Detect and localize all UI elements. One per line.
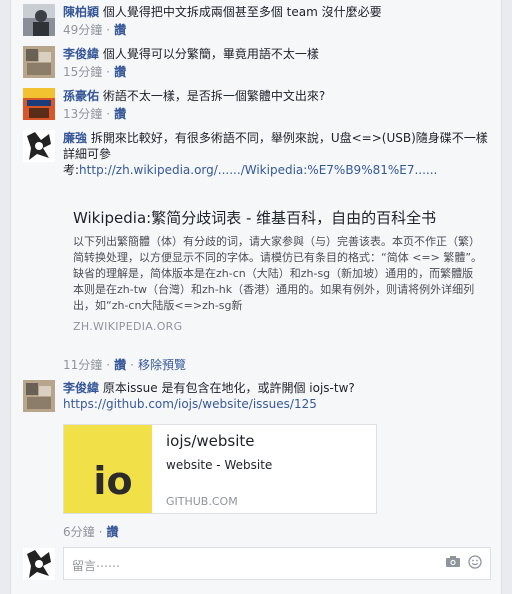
camera-icon[interactable] bbox=[446, 556, 460, 567]
comment-text: 個人覺得可以分繁簡，畢竟用語不太一樣 bbox=[102, 47, 319, 61]
card-thumbnail-text: io bbox=[93, 459, 133, 503]
preview-source: ZH.WIKIPEDIA.ORG bbox=[73, 320, 183, 333]
avatar[interactable] bbox=[23, 380, 55, 412]
avatar[interactable] bbox=[23, 548, 55, 580]
preview-title[interactable]: Wikipedia:繁简分歧词表 - 维基百科，自由的百科全书 bbox=[73, 208, 483, 228]
comment-link[interactable]: http://zh.wikipedia.org/....../Wikipedia… bbox=[79, 163, 437, 177]
card-domain: GITHUB.COM bbox=[166, 495, 238, 508]
comment-text: 原本issue 是有包含在地化，或許開個 iojs-tw? bbox=[102, 381, 355, 395]
comment-text: 拆開來比較好，有很多術語不同，舉例來說，U盘<=>(USB)隨身碟不一樣 bbox=[90, 131, 488, 145]
preview-description: 以下列出繁簡體（体）有分歧的词，请大家参與（与）完善该表。本页不作正（繁）简转换… bbox=[73, 235, 483, 312]
link-preview[interactable]: Wikipedia:繁简分歧词表 - 维基百科，自由的百科全书 以下列出繁簡體（… bbox=[73, 208, 483, 333]
comment-author[interactable]: 孫豪佑 bbox=[63, 89, 99, 103]
comment-time[interactable]: 15分鐘 bbox=[63, 65, 102, 79]
card-thumbnail[interactable]: io bbox=[64, 425, 152, 513]
comment-input[interactable]: 留言⋯⋯ bbox=[63, 547, 491, 580]
comment-time[interactable]: 13分鐘 bbox=[63, 107, 102, 121]
comments-panel: 陳柏穎 個人覺得把中文拆成兩個甚至多個 team 沒什麼必要 49分鐘 · 讚 李俊… bbox=[10, 0, 502, 594]
smiley-icon[interactable] bbox=[468, 555, 482, 569]
comment-author[interactable]: 廉強 bbox=[63, 131, 87, 145]
avatar[interactable] bbox=[23, 130, 55, 162]
like-button[interactable]: 讚 bbox=[114, 107, 126, 121]
comment-text: 考: bbox=[63, 163, 80, 177]
comment-text: 個人覺得把中文拆成兩個甚至多個 team 沒什麼必要 bbox=[102, 5, 382, 19]
like-button[interactable]: 讚 bbox=[114, 65, 126, 79]
comment-time[interactable]: 11分鐘 bbox=[63, 358, 102, 372]
comment-time[interactable]: 6分鐘 bbox=[63, 525, 95, 539]
avatar[interactable] bbox=[23, 88, 55, 120]
comment-author[interactable]: 陳柏穎 bbox=[63, 5, 99, 19]
like-button[interactable]: 讚 bbox=[114, 358, 126, 372]
card-subtitle: website - Website bbox=[166, 458, 273, 472]
like-button[interactable]: 讚 bbox=[114, 23, 126, 37]
comment-time[interactable]: 49分鐘 bbox=[63, 23, 102, 37]
comment-text: 詳細可參 bbox=[63, 147, 112, 161]
link-card[interactable]: io iojs/website website - Website GITHUB… bbox=[63, 424, 377, 514]
remove-preview-button[interactable]: 移除預覽 bbox=[138, 358, 186, 372]
comment-link[interactable]: https://github.com/iojs/website/issues/1… bbox=[63, 397, 317, 411]
comment-author[interactable]: 李俊緯 bbox=[63, 381, 99, 395]
avatar[interactable] bbox=[23, 46, 55, 78]
avatar[interactable] bbox=[23, 4, 55, 36]
comment-text: 術語不太一樣，是否拆一個繁體中文出來? bbox=[102, 89, 326, 103]
card-title[interactable]: iojs/website bbox=[166, 432, 255, 450]
comment-input-placeholder: 留言⋯⋯ bbox=[72, 559, 121, 573]
like-button[interactable]: 讚 bbox=[106, 525, 118, 539]
comment-author[interactable]: 李俊緯 bbox=[63, 47, 99, 61]
